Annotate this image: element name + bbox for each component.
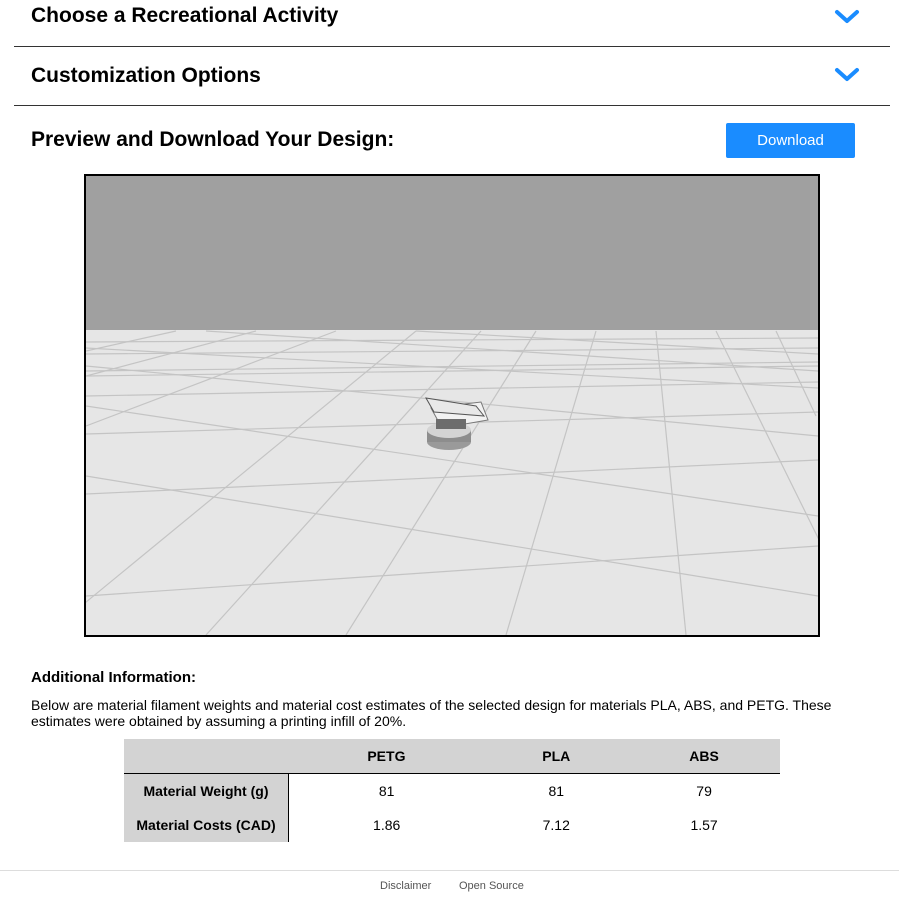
section-title: Customization Options (31, 64, 261, 87)
section-recreational-activity[interactable]: Choose a Recreational Activity (14, 0, 890, 47)
preview-title: Preview and Download Your Design: (31, 128, 395, 151)
download-button[interactable]: Download (726, 123, 855, 158)
3d-preview-viewport[interactable] (84, 174, 820, 637)
table-cell: 7.12 (542, 817, 570, 833)
table-row: Material Costs (CAD) 1.86 7.12 1.57 (124, 808, 780, 842)
table-cell: 81 (548, 783, 565, 799)
material-table: PETG PLA ABS Material Weight (g) 81 81 7… (124, 739, 780, 842)
row-label: Material Costs (CAD) (124, 808, 289, 842)
table-cell: 1.57 (690, 817, 718, 833)
row-label: Material Weight (g) (124, 773, 289, 808)
additional-info-heading: Additional Information: (31, 669, 196, 686)
footer-link-open-source[interactable]: Open Source (459, 880, 524, 892)
table-cell: 1.86 (373, 817, 401, 833)
section-title: Choose a Recreational Activity (31, 4, 339, 27)
footer: Disclaimer Open Source (0, 870, 899, 903)
table-header-cell: PLA (484, 739, 629, 774)
table-cell: 79 (696, 783, 712, 799)
additional-info-text: Below are material filament weights and … (31, 697, 832, 729)
table-header-row: PETG PLA ABS (124, 739, 780, 774)
table-header-cell (124, 739, 289, 774)
table-header-cell: ABS (628, 739, 780, 774)
chevron-down-icon[interactable] (834, 9, 860, 25)
footer-link-disclaimer[interactable]: Disclaimer (380, 880, 431, 892)
table-cell: 81 (378, 783, 395, 799)
table-row: Material Weight (g) 81 81 79 (124, 773, 780, 808)
section-customization-options[interactable]: Customization Options (14, 47, 890, 106)
table-header-cell: PETG (288, 739, 485, 774)
chevron-down-icon[interactable] (834, 67, 860, 83)
3d-scene (86, 176, 818, 635)
